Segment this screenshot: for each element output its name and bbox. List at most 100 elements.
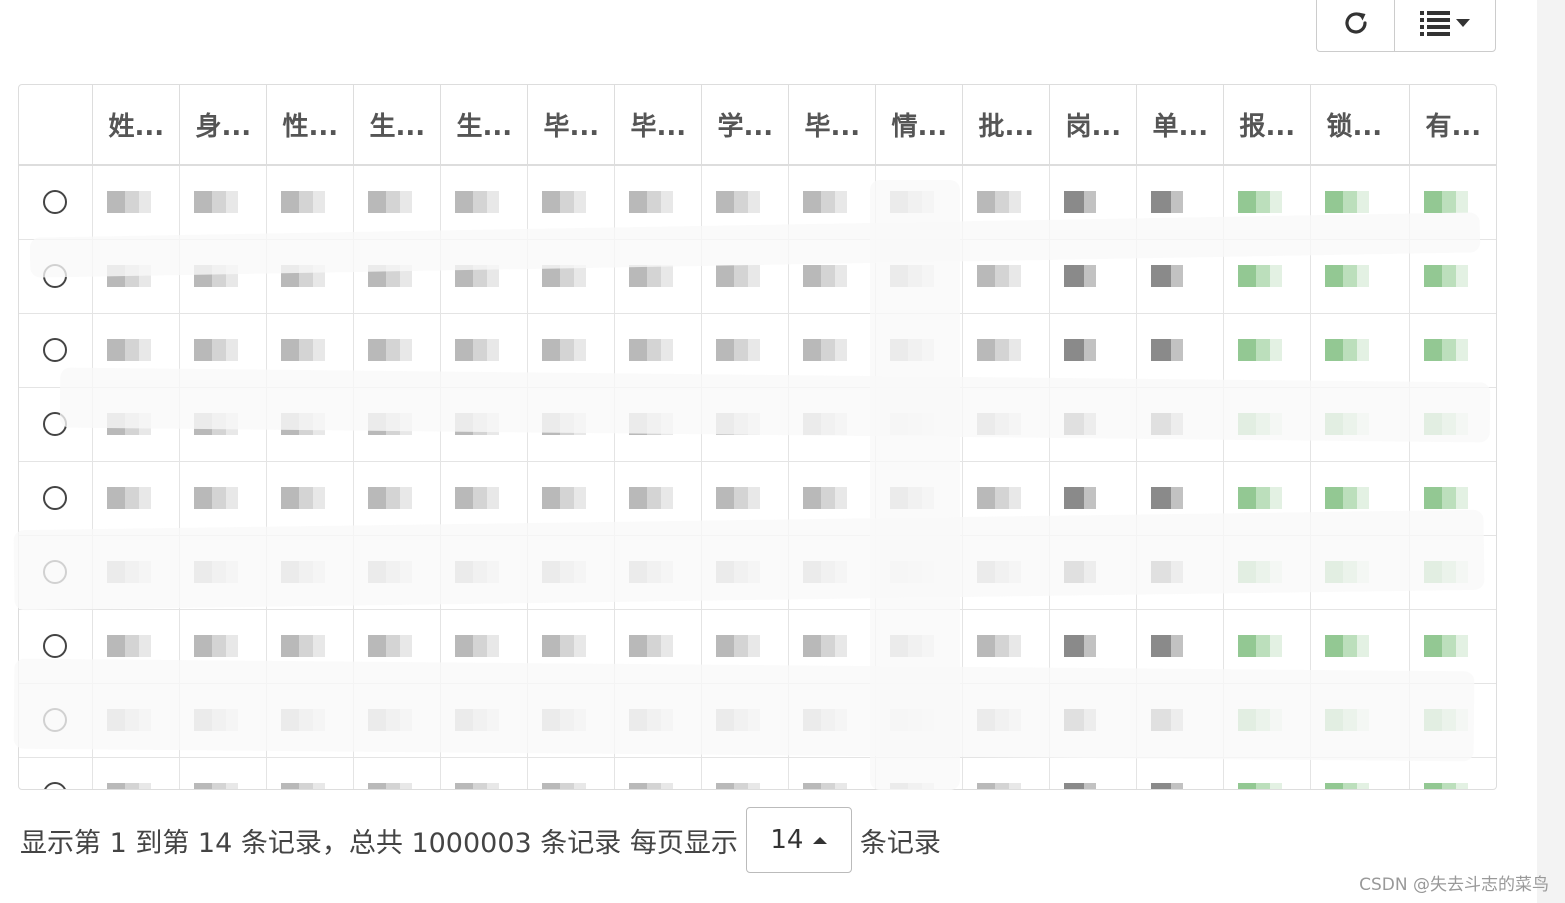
table-cell (962, 239, 1050, 314)
row-radio[interactable] (43, 708, 68, 732)
row-select-cell (19, 239, 93, 314)
table-cell (788, 535, 876, 610)
table-cell (92, 461, 180, 536)
table-cell (614, 683, 702, 758)
redacted-value (280, 635, 353, 657)
row-radio[interactable] (43, 782, 68, 789)
row-radio[interactable] (43, 634, 68, 658)
table-row[interactable] (19, 535, 1496, 610)
redacted-value (106, 487, 179, 509)
column-header[interactable]: 情... (875, 85, 963, 166)
redacted-value (1150, 783, 1223, 789)
table-cell (701, 683, 789, 758)
table-cell (440, 461, 528, 536)
column-header[interactable]: 学... (701, 85, 789, 166)
table-cell (1409, 239, 1496, 314)
table-cell (701, 239, 789, 314)
redacted-value (889, 783, 962, 789)
table-cell (527, 165, 615, 240)
table-cell (1223, 461, 1311, 536)
redacted-value (1423, 783, 1497, 789)
column-header[interactable]: 性... (266, 85, 354, 166)
redacted-value (628, 709, 701, 731)
column-header[interactable]: 单... (1136, 85, 1224, 166)
redacted-value (1237, 339, 1310, 361)
column-header[interactable]: 身... (179, 85, 267, 166)
redacted-value (454, 339, 527, 361)
table-row[interactable] (19, 313, 1496, 388)
column-header[interactable]: 岗... (1049, 85, 1137, 166)
table-row[interactable] (19, 387, 1496, 462)
table-cell (788, 609, 876, 684)
table-row[interactable] (19, 757, 1497, 789)
column-header[interactable]: 批... (962, 85, 1050, 166)
row-select-cell (19, 165, 93, 240)
table-cell (527, 757, 615, 789)
column-header[interactable]: 毕... (614, 85, 702, 166)
table-cell (92, 387, 180, 462)
table-cell (1310, 387, 1410, 462)
table-cell (875, 609, 963, 684)
table-cell (875, 313, 963, 388)
table-cell (875, 535, 963, 610)
column-header[interactable]: 有... (1409, 85, 1496, 166)
row-radio[interactable] (43, 264, 68, 288)
table-row[interactable] (19, 683, 1496, 758)
table-cell (179, 461, 267, 536)
table-cell (353, 165, 441, 240)
redacted-value (715, 413, 788, 435)
column-header[interactable]: 姓... (92, 85, 180, 166)
redacted-value (1063, 709, 1136, 731)
redacted-value (106, 265, 179, 287)
redacted-value (889, 191, 962, 214)
row-radio[interactable] (43, 486, 68, 510)
row-radio[interactable] (43, 190, 68, 215)
redacted-value (1150, 487, 1223, 509)
table-cell (266, 239, 354, 314)
column-header[interactable]: 生... (440, 85, 528, 166)
table-row[interactable] (19, 239, 1496, 314)
redacted-value (715, 191, 788, 214)
redacted-value (1063, 783, 1136, 789)
table-cell (875, 165, 963, 240)
table-cell (1409, 757, 1497, 789)
redacted-value (889, 487, 962, 509)
table-cell (266, 313, 354, 388)
table-cell (875, 757, 963, 789)
table-cell (788, 313, 876, 388)
table-row[interactable] (19, 165, 1496, 240)
redacted-value (1237, 487, 1310, 509)
row-select-cell (19, 313, 93, 388)
redacted-value (1324, 783, 1409, 789)
column-header[interactable]: 生... (353, 85, 441, 166)
redacted-value (976, 561, 1049, 583)
table-row[interactable] (19, 461, 1496, 536)
table-cell (1136, 609, 1224, 684)
table-cell (701, 609, 789, 684)
redacted-value (628, 783, 701, 789)
table-cell (266, 683, 354, 758)
table-cell (440, 387, 528, 462)
redacted-value (1324, 339, 1409, 361)
columns-toggle-button[interactable] (1395, 0, 1495, 51)
row-radio[interactable] (43, 560, 68, 584)
table-cell (440, 165, 528, 240)
column-header[interactable]: 毕... (527, 85, 615, 166)
column-header[interactable]: 毕... (788, 85, 876, 166)
redacted-value (541, 783, 614, 789)
table-cell (1310, 165, 1410, 240)
row-radio[interactable] (43, 412, 68, 436)
column-header[interactable]: 报... (1223, 85, 1311, 166)
table-cell (875, 683, 963, 758)
table-row[interactable] (19, 609, 1496, 684)
column-header[interactable]: 锁... (1310, 85, 1410, 166)
row-radio[interactable] (43, 338, 68, 362)
table-cell (962, 535, 1050, 610)
page-size-dropdown[interactable]: 14 (745, 807, 852, 873)
table-cell (788, 165, 876, 240)
table-cell (1136, 535, 1224, 610)
table-cell (92, 313, 180, 388)
table-cell (875, 239, 963, 314)
refresh-button[interactable] (1317, 0, 1395, 51)
table-cell (962, 683, 1050, 758)
